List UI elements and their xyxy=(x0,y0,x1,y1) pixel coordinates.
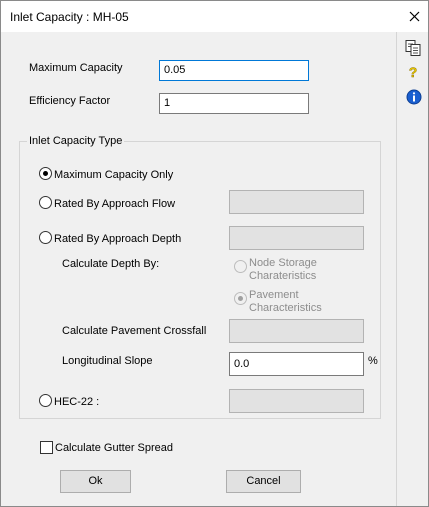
node-storage-label-line2: Charateristics xyxy=(249,270,317,282)
help-button[interactable]: ? xyxy=(406,64,420,80)
side-toolbar: ? xyxy=(396,32,429,506)
pavement-label-line2: Characteristics xyxy=(249,302,322,314)
approach-depth-input xyxy=(229,226,364,250)
title-bar: Inlet Capacity : MH-05 xyxy=(1,1,428,32)
hec22-input xyxy=(229,389,364,413)
copy-icon xyxy=(405,40,421,56)
radio-max-capacity-only[interactable] xyxy=(39,167,52,180)
pavement-label-line1: Pavement xyxy=(249,289,299,301)
max-capacity-label: Maximum Capacity xyxy=(29,62,123,74)
node-storage-label-line1: Node Storage xyxy=(249,257,317,269)
close-button[interactable] xyxy=(401,5,427,29)
close-icon xyxy=(409,11,420,22)
window-title: Inlet Capacity : MH-05 xyxy=(10,10,129,24)
radio-approach-flow[interactable] xyxy=(39,196,52,209)
long-slope-unit: % xyxy=(368,355,378,367)
crossfall-label: Calculate Pavement Crossfall xyxy=(62,325,207,337)
radio-hec22-label: HEC-22 : xyxy=(54,396,100,408)
info-icon xyxy=(406,89,422,105)
approach-flow-input xyxy=(229,190,364,214)
long-slope-input[interactable]: 0.0 xyxy=(229,352,364,376)
radio-approach-depth-label: Rated By Approach Depth xyxy=(54,233,182,245)
max-capacity-input[interactable]: 0.05 xyxy=(159,60,309,81)
efficiency-factor-input[interactable]: 1 xyxy=(159,93,309,114)
radio-approach-flow-label: Rated By Approach Flow xyxy=(54,198,176,210)
cancel-button[interactable]: Cancel xyxy=(226,470,301,493)
radio-approach-depth[interactable] xyxy=(39,231,52,244)
long-slope-label: Longitudinal Slope xyxy=(62,355,153,367)
inlet-type-legend: Inlet Capacity Type xyxy=(27,135,125,147)
ok-button[interactable]: Ok xyxy=(60,470,131,493)
radio-node-storage[interactable] xyxy=(234,260,247,273)
calc-depth-label: Calculate Depth By: xyxy=(62,258,160,270)
gutter-spread-label: Calculate Gutter Spread xyxy=(55,442,174,454)
radio-pavement[interactable] xyxy=(234,292,247,305)
radio-hec22[interactable] xyxy=(39,394,52,407)
copy-button[interactable] xyxy=(404,39,422,57)
svg-text:?: ? xyxy=(409,64,418,80)
inlet-type-group xyxy=(19,141,381,419)
efficiency-factor-label: Efficiency Factor xyxy=(29,95,111,107)
crossfall-input xyxy=(229,319,364,343)
gutter-spread-checkbox[interactable] xyxy=(40,441,53,454)
radio-max-capacity-only-label: Maximum Capacity Only xyxy=(54,169,174,181)
info-button[interactable] xyxy=(406,89,422,105)
help-icon: ? xyxy=(409,64,418,80)
